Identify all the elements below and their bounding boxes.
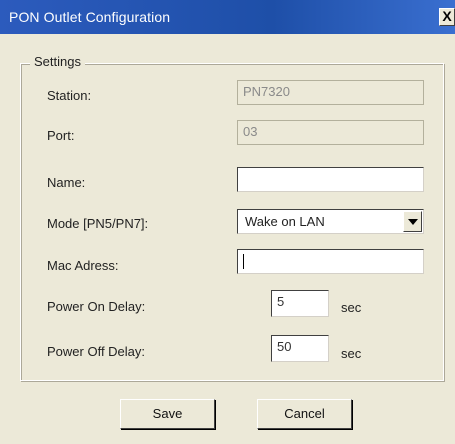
mac-address-label: Mac Adress: bbox=[47, 258, 119, 273]
port-field: 03 bbox=[237, 120, 424, 145]
power-on-delay-label: Power On Delay: bbox=[47, 299, 146, 314]
mode-select-value: Wake on LAN bbox=[245, 214, 325, 229]
cancel-button[interactable]: Cancel bbox=[257, 399, 352, 429]
name-input[interactable] bbox=[237, 167, 424, 192]
close-button[interactable]: X bbox=[439, 8, 455, 26]
power-off-unit: sec bbox=[341, 346, 362, 361]
mode-select[interactable]: Wake on LAN bbox=[237, 209, 424, 234]
chevron-down-icon[interactable] bbox=[403, 211, 422, 232]
pon-outlet-config-dialog: PON Outlet Configuration X Settings Stat… bbox=[0, 0, 455, 444]
power-off-delay-label: Power Off Delay: bbox=[47, 344, 146, 359]
title-bar[interactable]: PON Outlet Configuration X bbox=[0, 0, 455, 34]
save-button[interactable]: Save bbox=[120, 399, 215, 429]
settings-legend: Settings bbox=[30, 54, 85, 69]
name-label: Name: bbox=[47, 175, 86, 190]
power-off-delay-input[interactable]: 50 bbox=[271, 335, 329, 362]
port-label: Port: bbox=[47, 128, 75, 143]
station-field: PN7320 bbox=[237, 80, 424, 105]
power-on-unit: sec bbox=[341, 300, 362, 315]
mac-address-input[interactable] bbox=[237, 249, 424, 274]
station-label: Station: bbox=[47, 88, 92, 103]
window-title: PON Outlet Configuration bbox=[9, 9, 171, 25]
text-cursor bbox=[243, 254, 244, 269]
mode-label: Mode [PN5/PN7]: bbox=[47, 216, 149, 231]
power-on-delay-input[interactable]: 5 bbox=[271, 290, 329, 317]
